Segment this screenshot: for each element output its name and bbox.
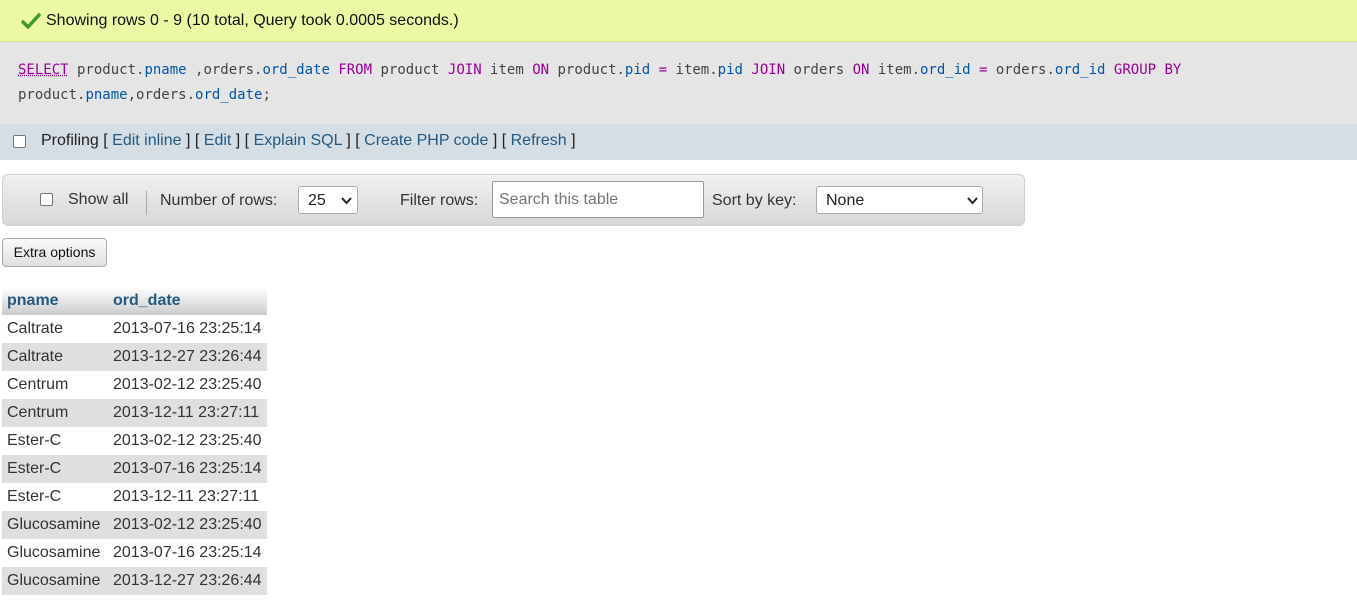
sort-by-key-value: None [826,192,865,209]
sql-token: pname [85,87,128,103]
sql-token: ,orders. [127,87,196,103]
sql-token: ord_date [195,87,263,103]
cell-pname: Caltrate [2,315,108,343]
sql-token: FROM [338,62,373,78]
sql-token: item. [869,62,920,78]
cell-pname: Ester-C [2,427,108,455]
sql-token: ,orders. [186,62,263,78]
cell-ord-date: 2013-02-12 23:25:40 [108,427,267,455]
cell-ord-date: 2013-12-11 23:27:11 [108,399,267,427]
cell-ord-date: 2013-12-27 23:26:44 [108,343,267,371]
show-all-checkbox[interactable] [40,193,53,206]
table-row: Caltrate 2013-07-16 23:25:14 [2,315,267,343]
sql-token: product. [18,87,86,103]
sql-token: orders [785,62,853,78]
cell-pname: Ester-C [2,455,108,483]
chevron-down-icon [967,197,978,205]
cell-pname: Glucosamine [2,567,108,595]
divider [146,191,147,215]
cell-ord-date: 2013-02-12 23:25:40 [108,371,267,399]
sql-token: GROUP BY [1113,62,1182,78]
column-header-ord-date[interactable]: ord_date [108,287,267,315]
sql-token: item [481,62,533,78]
table-body: Caltrate 2013-07-16 23:25:14 Caltrate 2013-… [2,315,267,595]
number-of-rows-select[interactable]: 25 [298,186,358,214]
show-all-label: Show all [68,191,129,208]
chevron-down-icon [341,197,352,205]
explain-sql-link[interactable]: Explain SQL [254,132,342,149]
sql-line-1: SELECT product.pname ,orders.ord_date FR… [18,58,1339,83]
cell-ord-date: 2013-12-11 23:27:11 [108,483,267,511]
sql-token: orders. [987,62,1055,78]
cell-pname: Centrum [2,399,108,427]
filter-rows-placeholder: Search this table [499,191,619,208]
table-row: Centrum 2013-12-11 23:27:11 [2,399,267,427]
table-navigation-bar: Show all Number of rows: 25 Filter rows:… [2,174,1025,226]
profiling-bar: Profiling [ Edit inline ] [ Edit ] [ Exp… [0,124,1357,160]
sql-token: product [372,62,448,78]
cell-ord-date: 2013-07-16 23:25:14 [108,539,267,567]
table-row: Ester-C 2013-02-12 23:25:40 [2,427,267,455]
sql-line-2: product.pname,orders.ord_date; [18,83,1339,108]
table-row: Ester-C 2013-07-16 23:25:14 [2,455,267,483]
sql-token: ord_id [1054,62,1106,78]
cell-pname: Glucosamine [2,511,108,539]
cell-ord-date: 2013-02-12 23:25:40 [108,511,267,539]
sql-token: pname [144,62,187,78]
sql-token: ; [262,87,271,103]
table-row: Ester-C 2013-12-11 23:27:11 [2,483,267,511]
extra-options-button[interactable]: Extra options [2,238,107,267]
number-of-rows-value: 25 [308,192,326,209]
filter-rows-label: Filter rows: [400,192,479,209]
cell-ord-date: 2013-07-16 23:25:14 [108,315,267,343]
sql-token: = [658,62,668,78]
sort-by-key-label: Sort by key: [712,192,797,209]
sql-token: item. [667,62,718,78]
create-php-code-link[interactable]: Create PHP code [364,132,488,149]
sort-by-key-select[interactable]: None [816,186,983,214]
cell-pname: Glucosamine [2,539,108,567]
cell-pname: Centrum [2,371,108,399]
sql-query-display: SELECT product.pname ,orders.ord_date FR… [0,42,1357,124]
cell-ord-date: 2013-12-27 23:26:44 [108,567,267,595]
refresh-link[interactable]: Refresh [511,132,567,149]
edit-inline-link[interactable]: Edit inline [112,132,181,149]
profiling-label: Profiling [41,132,99,149]
sql-token: JOIN [447,62,482,78]
table-row: Glucosamine 2013-07-16 23:25:14 [2,539,267,567]
cell-pname: Caltrate [2,343,108,371]
column-header-pname[interactable]: pname [2,287,108,315]
sql-token: pid [624,62,651,78]
cell-pname: Ester-C [2,483,108,511]
table-header-row: pname ord_date [2,287,267,315]
cell-ord-date: 2013-07-16 23:25:14 [108,455,267,483]
profiling-row: Profiling [ Edit inline ] [ Edit ] [ Exp… [41,132,576,149]
status-message: Showing rows 0 - 9 (10 total, Query took… [46,12,459,29]
check-icon [21,13,41,29]
success-message-bar: Showing rows 0 - 9 (10 total, Query took… [0,0,1357,42]
number-of-rows-label: Number of rows: [160,192,278,209]
edit-link[interactable]: Edit [204,132,232,149]
results-table: pname ord_date Caltrate 2013-07-16 23:25:… [2,287,267,595]
sql-token: ord_date [262,62,330,78]
sql-token: ON [852,62,870,78]
sql-token: SELECT [18,62,69,78]
sql-token: product. [68,62,145,78]
sql-token: product. [549,62,625,78]
table-row: Centrum 2013-02-12 23:25:40 [2,371,267,399]
sql-token: ON [532,62,550,78]
sql-token: pid [717,62,743,78]
table-row: Glucosamine 2013-12-27 23:26:44 [2,567,267,595]
sql-token: JOIN [751,62,786,78]
table-row: Caltrate 2013-12-27 23:26:44 [2,343,267,371]
table-row: Glucosamine 2013-02-12 23:25:40 [2,511,267,539]
profiling-checkbox[interactable] [13,135,26,148]
filter-rows-input[interactable]: Search this table [492,181,704,218]
sql-token: ord_id [920,62,971,78]
